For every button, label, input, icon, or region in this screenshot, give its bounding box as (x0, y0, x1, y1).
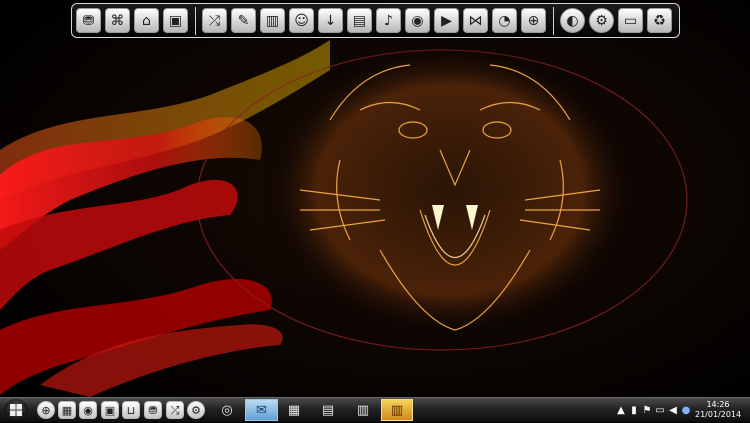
user-button[interactable]: ☺ (289, 8, 314, 33)
windows-logo-icon (10, 404, 22, 416)
camera-button[interactable]: ◉ (405, 8, 430, 33)
network-map-button[interactable]: ⌘ (105, 8, 130, 33)
recycle-bin-button[interactable]: ♻ (647, 8, 672, 33)
sticky-notes-icon: ▤ (321, 402, 335, 418)
display-settings-icon: ▣ (168, 12, 183, 29)
video-camera-button[interactable]: ▶ (434, 8, 459, 33)
quick-launch-display[interactable]: ▣ (101, 401, 119, 419)
apps-grid-icon: ▦ (61, 403, 73, 417)
taskbar-app-mail[interactable]: ✉ (245, 399, 278, 421)
dock-separator (553, 6, 554, 35)
volume-icon[interactable]: ◀ (668, 405, 678, 416)
top-dock-toolbar: ⛃ ⌘ ⌂ ▣ ⤮ ✎ ▥ ☺ ↓ ▤ ♪ ◉ ▶ ⋈ ◔ ⊕ ◐ ⚙ ▭ ♻ (71, 3, 680, 38)
user-icon: ☺ (294, 12, 309, 29)
clock[interactable]: 14:26 21/01/2014 (695, 400, 741, 420)
network-icon[interactable]: ▭ (655, 405, 665, 416)
action-center-flag-icon[interactable]: ⚑ (642, 405, 652, 416)
music-button[interactable]: ♪ (376, 8, 401, 33)
shuffle-button[interactable]: ⤮ (202, 8, 227, 33)
paint-button[interactable]: ✎ (231, 8, 256, 33)
library-books-icon: ▥ (390, 402, 404, 418)
camera-icon: ◉ (411, 12, 424, 29)
internet-globe-button[interactable]: ⊕ (521, 8, 546, 33)
network-drive-icon: ⛃ (148, 403, 158, 417)
recording-icon: ◔ (498, 12, 511, 29)
paint-icon: ✎ (237, 12, 250, 29)
usb-device-icon[interactable]: ▮ (629, 405, 639, 416)
network-drive-button[interactable]: ⛃ (76, 8, 101, 33)
shuffle-icon: ⤮ (170, 403, 180, 417)
library-icon: ▥ (265, 12, 280, 29)
internet-globe-icon: ⊕ (41, 403, 51, 417)
settings-gear-icon: ⚙ (595, 12, 608, 29)
monitor-button[interactable]: ▭ (618, 8, 643, 33)
settings-gear-icon: ⚙ (191, 403, 201, 417)
media-player-button[interactable]: ⋈ (463, 8, 488, 33)
calculator-icon: ▦ (287, 402, 301, 418)
clock-time: 14:26 (706, 400, 730, 409)
recycle-bin-icon: ♻ (653, 12, 666, 29)
taskbar-app-calculator[interactable]: ▦ (282, 399, 306, 421)
compass-icon: ◐ (566, 12, 579, 29)
control-panel-icon: ⌂ (142, 12, 151, 29)
internet-globe-icon: ⊕ (527, 12, 540, 29)
quick-launch-settings-gear[interactable]: ⚙ (187, 401, 205, 419)
shuffle-icon: ⤮ (208, 12, 221, 29)
document-button[interactable]: ▤ (347, 8, 372, 33)
display-settings-button[interactable]: ▣ (163, 8, 188, 33)
music-icon: ♪ (384, 12, 393, 29)
taskbar: ⊕ ▦ ◉ ▣ ⊔ ⛃ ⤮ ⚙ ◎ ✉ ▦ ▤ ▥ ▥ ▲ ▮ ⚑ ▭ ◀ ● 14:26 21/01/2014 (0, 397, 750, 422)
quick-launch-apps-grid[interactable]: ▦ (58, 401, 76, 419)
clock-date: 21/01/2014 (695, 410, 742, 419)
network-map-icon: ⌘ (110, 12, 125, 29)
quick-launch-camera[interactable]: ◉ (79, 401, 97, 419)
library-button[interactable]: ▥ (260, 8, 285, 33)
recording-button[interactable]: ◔ (492, 8, 517, 33)
taskbar-app-library-books[interactable]: ▥ (381, 399, 413, 421)
taskbar-app-chrome[interactable]: ◎ (212, 399, 242, 421)
camera-icon: ◉ (83, 403, 93, 417)
quick-launch-internet-globe[interactable]: ⊕ (37, 401, 55, 419)
desktop-wallpaper (0, 0, 750, 422)
document-icon: ▤ (352, 12, 367, 29)
chrome-icon: ◎ (221, 402, 233, 418)
download-button[interactable]: ↓ (318, 8, 343, 33)
download-icon: ↓ (324, 12, 337, 29)
taskbar-app-window-app[interactable]: ▥ (350, 399, 376, 421)
window-app-icon: ▥ (356, 402, 370, 418)
quick-launch-shuffle[interactable]: ⤮ (166, 401, 184, 419)
monitor-icon: ▭ (623, 12, 638, 29)
dock-separator (195, 6, 196, 35)
shopping-basket-icon: ⊔ (126, 403, 136, 417)
media-player-icon: ⋈ (468, 12, 483, 29)
language-icon[interactable]: ● (681, 405, 691, 416)
settings-gear-button[interactable]: ⚙ (589, 8, 614, 33)
video-camera-icon: ▶ (441, 12, 452, 29)
start-button[interactable] (4, 399, 28, 421)
compass-button[interactable]: ◐ (560, 8, 585, 33)
system-tray: ▲ ▮ ⚑ ▭ ◀ ● (616, 398, 691, 423)
taskbar-app-sticky-notes[interactable]: ▤ (316, 399, 340, 421)
control-panel-button[interactable]: ⌂ (134, 8, 159, 33)
quick-launch-network-drive[interactable]: ⛃ (144, 401, 162, 419)
mail-icon: ✉ (256, 402, 267, 418)
display-icon: ▣ (104, 403, 116, 417)
show-hidden-icons-arrow[interactable]: ▲ (616, 405, 626, 416)
quick-launch-shopping-basket[interactable]: ⊔ (122, 401, 140, 419)
network-drive-icon: ⛃ (82, 12, 95, 29)
